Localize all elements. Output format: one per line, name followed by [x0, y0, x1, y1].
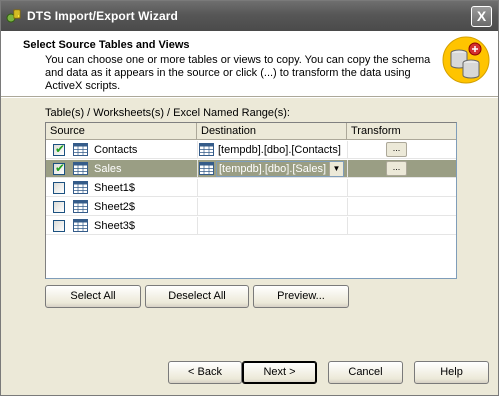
destination-table-icon: [199, 143, 214, 156]
source-name: Sales: [94, 163, 122, 175]
deselect-all-button[interactable]: Deselect All: [145, 285, 249, 308]
window-title: DTS Import/Export Wizard: [27, 9, 178, 23]
table-icon: [73, 200, 88, 213]
destination-name[interactable]: [tempdb].[dbo].[Contacts]: [218, 144, 341, 156]
source-name: Sheet1$: [94, 182, 135, 194]
header-separator: [1, 96, 498, 98]
source-name: Sheet3$: [94, 220, 135, 232]
table-row[interactable]: Sheet2$: [46, 198, 456, 216]
wizard-window: DTS Import/Export Wizard X Select Source…: [0, 0, 499, 396]
preview-button[interactable]: Preview...: [253, 285, 349, 308]
source-name: Sheet2$: [94, 201, 135, 213]
page-description: You can choose one or more tables or vie…: [45, 54, 431, 92]
table-icon: [73, 162, 88, 175]
table-icon: [73, 143, 88, 156]
transform-button[interactable]: ...: [386, 161, 407, 176]
row-checkbox[interactable]: [53, 182, 65, 194]
transform-button[interactable]: ...: [386, 142, 407, 157]
table-row[interactable]: ✔ Contacts [tempdb].[dbo].[Contacts] ...: [46, 141, 456, 159]
wizard-header: Select Source Tables and Views You can c…: [1, 31, 498, 96]
wizard-app-icon: [6, 9, 21, 23]
row-checkbox[interactable]: ✔: [53, 161, 65, 175]
page-title: Select Source Tables and Views: [23, 39, 190, 51]
row-checkbox[interactable]: ✔: [53, 142, 65, 156]
cancel-button[interactable]: Cancel: [328, 361, 403, 384]
tables-grid[interactable]: Source Destination Transform ✔ Contacts …: [45, 122, 457, 279]
destination-name: [tempdb].[dbo].[Sales]: [219, 163, 327, 175]
column-header-transform[interactable]: Transform: [347, 123, 456, 140]
back-button[interactable]: < Back: [168, 361, 242, 384]
table-row[interactable]: ✔ Sales [tempdb].[dbo].[Sales] ▼ ...: [46, 160, 456, 178]
table-list-label: Table(s) / Worksheets(s) / Excel Named R…: [45, 107, 290, 119]
destination-table-icon: [199, 162, 214, 175]
close-button[interactable]: X: [471, 6, 492, 27]
source-name: Contacts: [94, 144, 138, 156]
select-all-button[interactable]: Select All: [45, 285, 141, 308]
column-header-destination[interactable]: Destination: [197, 123, 347, 140]
title-bar[interactable]: DTS Import/Export Wizard X: [1, 1, 498, 31]
table-row[interactable]: Sheet1$: [46, 179, 456, 197]
next-button[interactable]: Next >: [242, 361, 317, 384]
grid-header: Source Destination Transform: [46, 123, 456, 140]
table-row[interactable]: Sheet3$: [46, 217, 456, 235]
chevron-down-icon[interactable]: ▼: [329, 162, 343, 176]
column-header-source[interactable]: Source: [46, 123, 197, 140]
table-icon: [73, 181, 88, 194]
table-icon: [73, 219, 88, 232]
row-checkbox[interactable]: [53, 220, 65, 232]
destination-combobox[interactable]: [tempdb].[dbo].[Sales] ▼: [216, 161, 344, 177]
database-cylinders-icon: [442, 36, 490, 84]
help-button[interactable]: Help: [414, 361, 489, 384]
row-checkbox[interactable]: [53, 201, 65, 213]
